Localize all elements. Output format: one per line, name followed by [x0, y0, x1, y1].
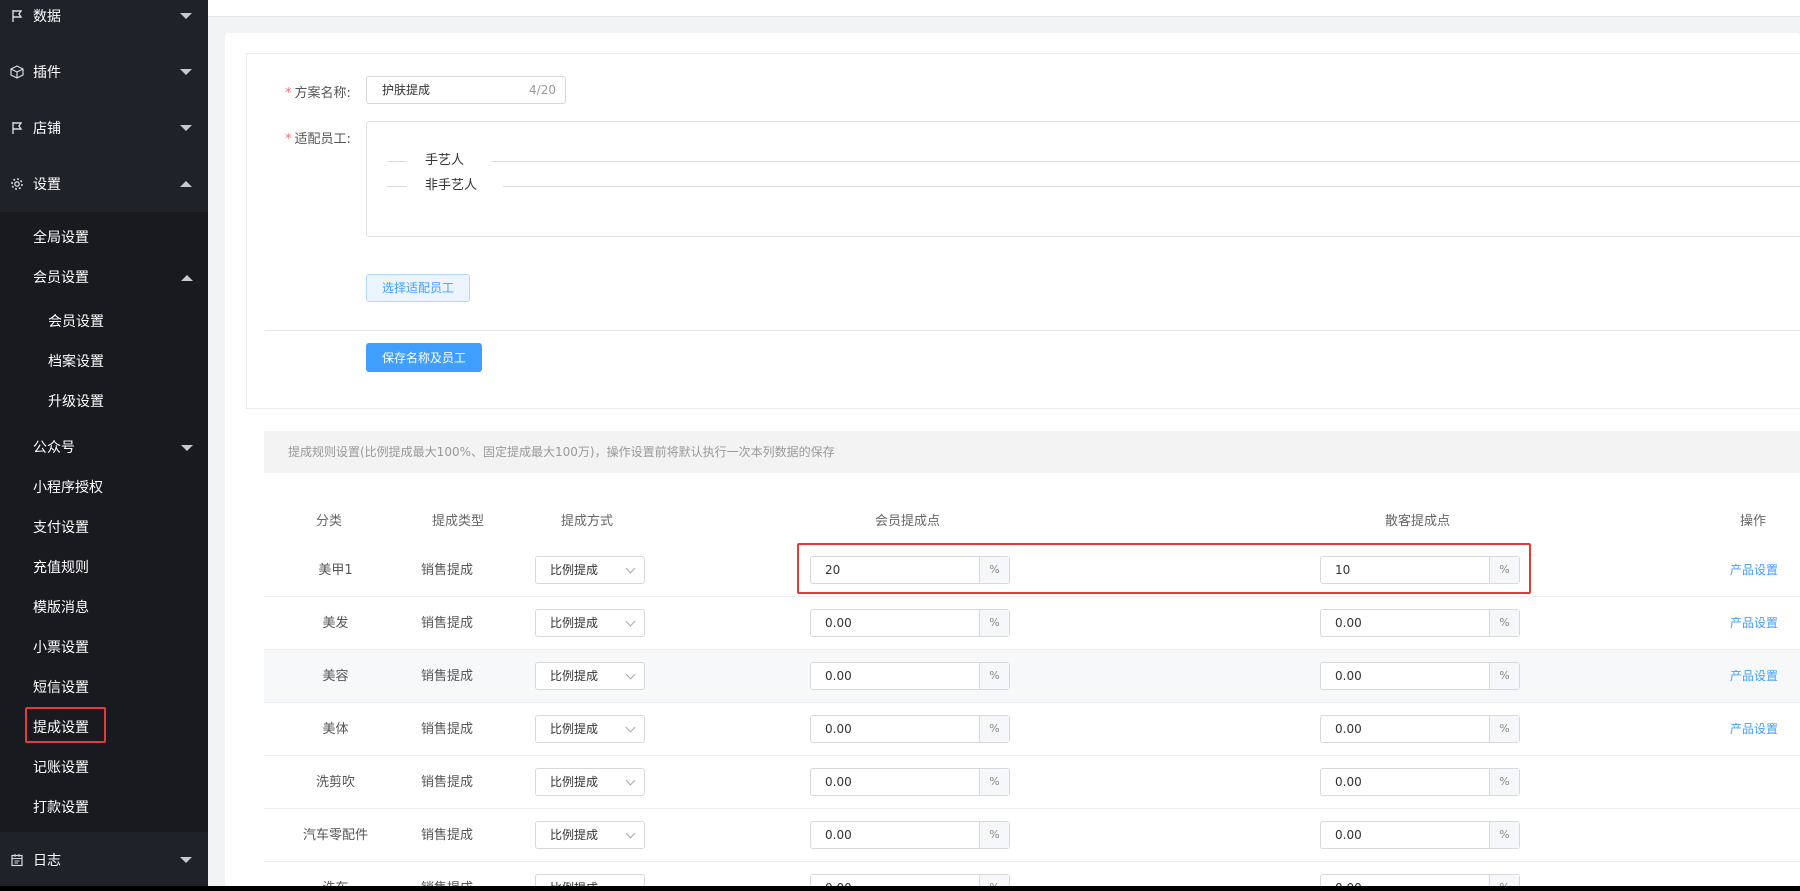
sidebar-item-miniprogram-auth[interactable]: 小程序授权 — [33, 478, 103, 498]
nav-settings[interactable]: 设置 — [0, 156, 208, 212]
sidebar-item-bookkeeping-settings[interactable]: 记账设置 — [33, 758, 89, 778]
nav-shop-label: 店铺 — [33, 121, 61, 137]
plan-form: * 方案名称: 护肤提成 4/20 * 适配员工: 手艺人 非手艺人 选择适配员工 — [246, 53, 1800, 409]
form-divider — [265, 330, 1800, 331]
nav-logs[interactable]: 日志 — [0, 832, 208, 888]
chevron-up-icon — [181, 275, 193, 281]
sidebar-item-label: 会员设置 — [33, 270, 89, 286]
sidebar: 数据 插件 店铺 设置 全局设置 会员设置 会员设置 档案设置 升级设置 公众号 — [0, 0, 208, 891]
flag-icon — [8, 119, 26, 137]
nav-data-label: 数据 — [33, 9, 61, 25]
staff-tree: 手艺人 非手艺人 — [366, 121, 1800, 237]
sidebar-item-template-messages[interactable]: 模版消息 — [33, 598, 89, 618]
sidebar-item-label: 公众号 — [33, 440, 75, 456]
chevron-up-icon — [180, 181, 192, 187]
chevron-down-icon — [181, 445, 193, 451]
sidebar-item-receipt-settings[interactable]: 小票设置 — [33, 638, 89, 658]
plan-name-input[interactable]: 护肤提成 4/20 — [366, 76, 566, 104]
cube-icon — [8, 63, 26, 81]
chevron-down-icon — [180, 69, 192, 75]
sidebar-item-official-account[interactable]: 公众号 — [33, 438, 193, 458]
sidebar-item-global-settings[interactable]: 全局设置 — [33, 228, 89, 248]
plan-name-value: 护肤提成 — [382, 83, 431, 97]
commission-settings-highlight — [25, 707, 106, 743]
bottom-strip — [0, 886, 1800, 891]
gear-icon — [8, 175, 26, 193]
sidebar-item-member-settings[interactable]: 会员设置 — [48, 312, 104, 332]
nav-logs-label: 日志 — [33, 853, 61, 869]
nav-plugins-label: 插件 — [33, 65, 61, 81]
rules-tip: 提成规则设置(比例提成最大100%、固定提成最大100万)，操作设置前将默认执行… — [264, 431, 1800, 473]
nav-plugins[interactable]: 插件 — [0, 44, 208, 100]
select-staff-button[interactable]: 选择适配员工 — [366, 274, 470, 302]
sidebar-item-recharge-rules[interactable]: 充值规则 — [33, 558, 89, 578]
nav-shop[interactable]: 店铺 — [0, 100, 208, 156]
staff-label: * 适配员工: — [285, 132, 351, 147]
save-name-staff-button[interactable]: 保存名称及员工 — [366, 343, 482, 372]
top-bar — [208, 0, 1800, 17]
sidebar-item-upgrade-settings[interactable]: 升级设置 — [48, 392, 104, 412]
sidebar-item-payout-settings[interactable]: 打款设置 — [33, 798, 89, 818]
chevron-down-icon — [180, 857, 192, 863]
nav-data[interactable]: 数据 — [0, 0, 208, 44]
sidebar-item-sms-settings[interactable]: 短信设置 — [33, 678, 89, 698]
chevron-down-icon — [180, 125, 192, 131]
sidebar-item-payment-settings[interactable]: 支付设置 — [33, 518, 89, 538]
flag-icon — [8, 7, 26, 25]
staff-group-artisan[interactable]: 手艺人 — [387, 152, 1800, 170]
staff-group-non-artisan[interactable]: 非手艺人 — [387, 177, 1800, 195]
nav-settings-label: 设置 — [33, 177, 61, 193]
calendar-icon — [8, 851, 26, 869]
sidebar-item-archive-settings[interactable]: 档案设置 — [48, 352, 104, 372]
main-area: * 方案名称: 护肤提成 4/20 * 适配员工: 手艺人 非手艺人 选择适配员工 — [208, 0, 1800, 886]
plan-name-label: * 方案名称: — [285, 86, 351, 101]
chevron-down-icon — [180, 13, 192, 19]
sidebar-item-member-settings-group[interactable]: 会员设置 — [33, 268, 193, 288]
plan-name-count: 4/20 — [529, 83, 556, 97]
